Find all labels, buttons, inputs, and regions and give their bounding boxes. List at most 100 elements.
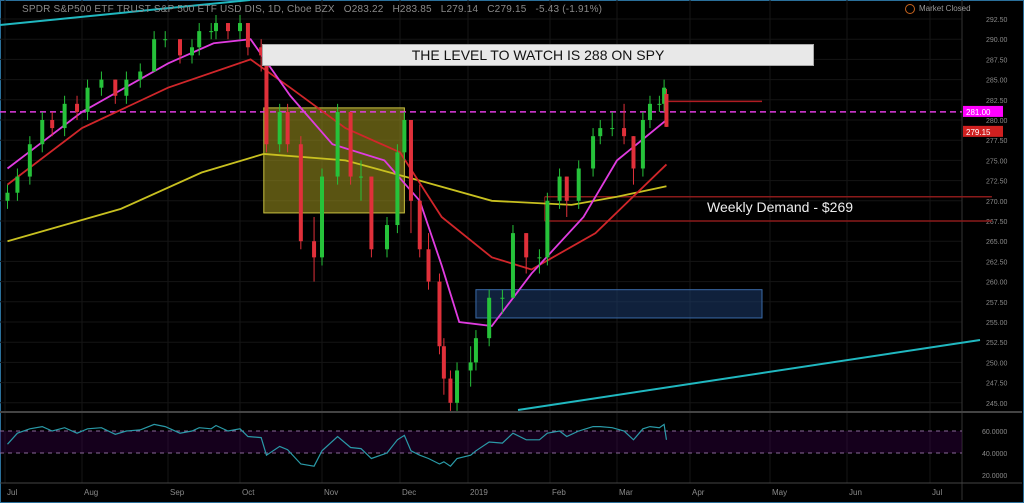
y-tick-label: 272.50	[986, 179, 1008, 186]
x-tick-label: Jul	[7, 488, 17, 497]
demand-zone	[475, 289, 763, 319]
x-tick-label: Dec	[402, 488, 416, 497]
x-tick-label: Jun	[849, 488, 862, 497]
ohlc-low: L279.14	[440, 4, 479, 15]
candle-body	[647, 103, 652, 120]
candle-body	[524, 233, 529, 258]
market-status-text: Market Closed	[919, 4, 971, 14]
candle-body	[510, 233, 515, 298]
y-tick-label: 260.00	[986, 280, 1008, 287]
y-tick-label: 277.50	[986, 138, 1008, 145]
price-label-last: 279.15	[966, 128, 991, 137]
candle-body	[113, 79, 118, 96]
candle-body	[238, 23, 242, 32]
price-label-level: 281.00	[966, 108, 991, 117]
candle-body	[277, 111, 282, 145]
candle-body	[468, 362, 473, 371]
candle-body	[576, 168, 581, 201]
symbol-header: SPDR S&P500 ETF TRUST S&P 500 ETF USD DI…	[22, 4, 608, 15]
candle-body	[455, 370, 460, 403]
candle-body	[591, 136, 596, 169]
ohlc-close: C279.15	[487, 4, 527, 15]
candle-body	[214, 23, 218, 32]
candle-body	[631, 136, 636, 169]
candle-body	[75, 103, 80, 112]
rsi-band	[0, 431, 962, 453]
candle-body	[27, 144, 32, 177]
candle-body	[500, 297, 505, 299]
candle-body	[209, 31, 214, 33]
y-tick-label: 292.50	[986, 17, 1008, 24]
rsi-tick-label: 20.0000	[982, 473, 1007, 480]
candle-body	[85, 87, 90, 112]
candle-body	[335, 111, 340, 177]
x-tick-label: Aug	[84, 488, 98, 497]
candle-body	[197, 31, 202, 48]
candle-body	[417, 200, 422, 250]
trend-line-bottom	[517, 339, 981, 411]
candle-body	[5, 192, 10, 201]
y-tick-label: 255.00	[986, 320, 1008, 327]
rsi-tick-label: 60.0000	[982, 429, 1007, 436]
candle-body	[487, 297, 492, 339]
candle-body	[99, 79, 104, 88]
candle-body	[545, 200, 550, 258]
candle-body	[298, 144, 303, 242]
candle-body	[226, 23, 230, 32]
x-tick-label: Jul	[932, 488, 942, 497]
y-tick-label: 285.00	[986, 78, 1008, 85]
y-tick-label: 250.00	[986, 360, 1008, 367]
price-chart[interactable]: Jul Aug Sep Oct Nov Dec 2019 Feb Mar Apr May Jun Jul…	[0, 0, 1024, 503]
candle-body	[402, 120, 407, 153]
clock-icon	[905, 4, 915, 14]
candle-body	[437, 281, 442, 347]
x-tick-label: Feb	[552, 488, 566, 497]
candle-body	[664, 93, 669, 127]
candle-body	[537, 257, 542, 259]
candle-body	[426, 249, 431, 282]
ohlc-high: H283.85	[392, 4, 432, 15]
x-tick-label: Oct	[242, 488, 255, 497]
candle-body	[395, 152, 400, 226]
symbol-name[interactable]: SPDR S&P500 ETF TRUST S&P 500 ETF USD DI…	[22, 4, 335, 15]
y-tick-label: 282.50	[986, 98, 1008, 105]
candle-body	[285, 111, 290, 145]
x-tick-label: May	[772, 488, 787, 497]
candle-body	[163, 39, 168, 41]
candle-body	[15, 176, 20, 193]
candle-body	[448, 378, 453, 403]
annotation-title[interactable]: THE LEVEL TO WATCH IS 288 ON SPY	[262, 44, 814, 66]
candle-body	[640, 120, 645, 169]
x-tick-label: Mar	[619, 488, 633, 497]
candle-body	[657, 103, 662, 105]
candle-body	[348, 111, 353, 177]
y-tick-label: 257.50	[986, 300, 1008, 307]
x-tick-label: Nov	[324, 488, 338, 497]
candle-body	[385, 225, 389, 250]
candle-body	[50, 120, 55, 129]
ohlc-change: -5.43 (-1.91%)	[535, 4, 603, 15]
y-tick-label: 270.00	[986, 199, 1008, 206]
candle-body	[190, 47, 194, 56]
candle-body	[320, 176, 324, 258]
y-tick-label: 275.00	[986, 158, 1008, 165]
candle-body	[62, 103, 67, 129]
candle-body	[441, 346, 446, 379]
candle-body	[598, 128, 603, 137]
candle-body	[473, 338, 478, 363]
candle-body	[124, 79, 129, 96]
y-tick-label: 247.50	[986, 381, 1008, 388]
y-tick-label: 252.50	[986, 340, 1008, 347]
candle-body	[610, 128, 615, 130]
candle-body	[557, 176, 562, 201]
y-tick-label: 267.50	[986, 219, 1008, 226]
ohlc-open: O283.22	[343, 4, 384, 15]
candle-body	[152, 39, 157, 72]
x-tick-label: 2019	[470, 488, 488, 497]
y-tick-label: 280.00	[986, 118, 1008, 125]
candle-body	[40, 120, 45, 145]
x-tick-label: Apr	[692, 488, 705, 497]
candle-body	[359, 176, 363, 178]
market-status: Market Closed	[905, 4, 971, 14]
annotation-weekly-demand[interactable]: Weekly Demand - $269	[707, 199, 853, 215]
